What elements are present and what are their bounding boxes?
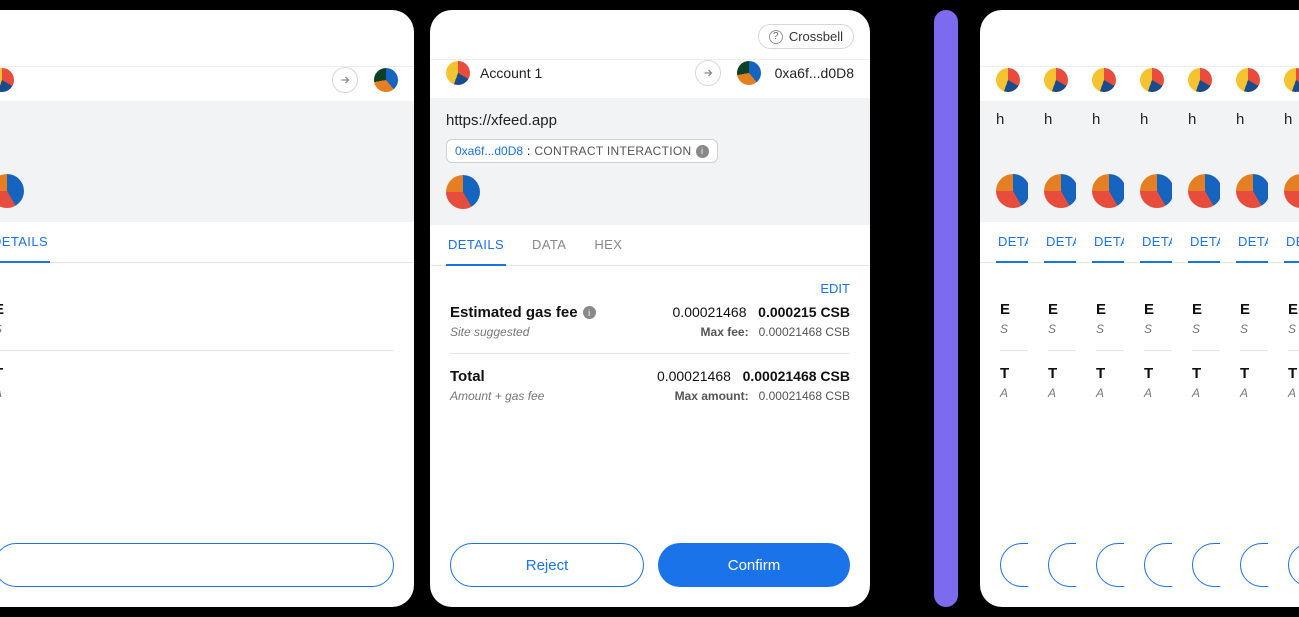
info-icon[interactable]: i xyxy=(583,306,596,319)
gas-fee-title: Estimated gas fee i xyxy=(450,304,596,321)
confirm-button[interactable]: Confirm xyxy=(658,543,850,587)
tabs: DETAILS DATA HEX xyxy=(430,225,870,266)
gas-fee-value: 0.00021468 0.000215 CSB xyxy=(673,304,850,320)
total-subtitle: Amount + gas fee xyxy=(450,389,544,403)
tab-data[interactable]: DATA xyxy=(530,225,568,266)
details-panel: EDIT Estimated gas fee i 0.00021468 0.00… xyxy=(430,266,870,523)
info-icon: i xyxy=(696,145,709,158)
from-avatar-icon xyxy=(446,61,470,85)
max-fee-key: Max fee: xyxy=(701,325,749,339)
question-icon: ? xyxy=(769,30,783,44)
arrow-icon xyxy=(695,60,721,86)
chip-separator: : xyxy=(527,144,530,158)
total-native: 0.00021468 xyxy=(657,368,731,384)
max-fee-value: 0.00021468 CSB xyxy=(759,325,850,339)
chip-label: CONTRACT INTERACTION xyxy=(534,144,691,158)
max-amount-key: Max amount: xyxy=(675,389,749,403)
chip-address: 0xa6f...d0D8 xyxy=(455,144,523,158)
tab-details[interactable]: DETAILS xyxy=(446,225,506,266)
max-amount-value: 0.00021468 CSB xyxy=(759,389,850,403)
button-row: Reject Confirm xyxy=(430,523,870,607)
tab-hex[interactable]: HEX xyxy=(592,225,624,266)
total-title: Total xyxy=(450,368,485,385)
token-avatar-icon xyxy=(446,175,480,209)
from-account-label: Account 1 xyxy=(480,65,685,81)
edit-button[interactable]: EDIT xyxy=(820,281,850,296)
gas-fee-native: 0.00021468 xyxy=(673,304,747,320)
divider xyxy=(450,353,850,354)
origin-url: https://xfeed.app xyxy=(446,112,854,129)
info-block: https://xfeed.app 0xa6f...d0D8 : CONTRAC… xyxy=(430,98,870,225)
network-pill[interactable]: ? Crossbell xyxy=(758,24,854,49)
transaction-card: ? Crossbell Account 1 0xa6f...d0D8 https… xyxy=(430,10,870,607)
reject-button[interactable]: Reject xyxy=(450,543,644,587)
stack-highlight-card xyxy=(934,10,958,607)
total-value: 0.00021468 0.00021468 CSB xyxy=(657,368,850,384)
gas-fee-display: 0.000215 CSB xyxy=(758,304,850,320)
network-label: Crossbell xyxy=(789,29,843,44)
gas-fee-title-text: Estimated gas fee xyxy=(450,304,578,321)
contract-chip[interactable]: 0xa6f...d0D8 : CONTRACT INTERACTION i xyxy=(446,139,718,163)
total-display: 0.00021468 CSB xyxy=(743,368,850,384)
header-row: ? Crossbell xyxy=(430,10,870,59)
to-address: 0xa6f...d0D8 xyxy=(775,65,854,81)
accounts-row: Account 1 0xa6f...d0D8 xyxy=(430,60,870,98)
gas-fee-subtitle: Site suggested xyxy=(450,325,529,339)
to-avatar-icon xyxy=(737,61,761,85)
